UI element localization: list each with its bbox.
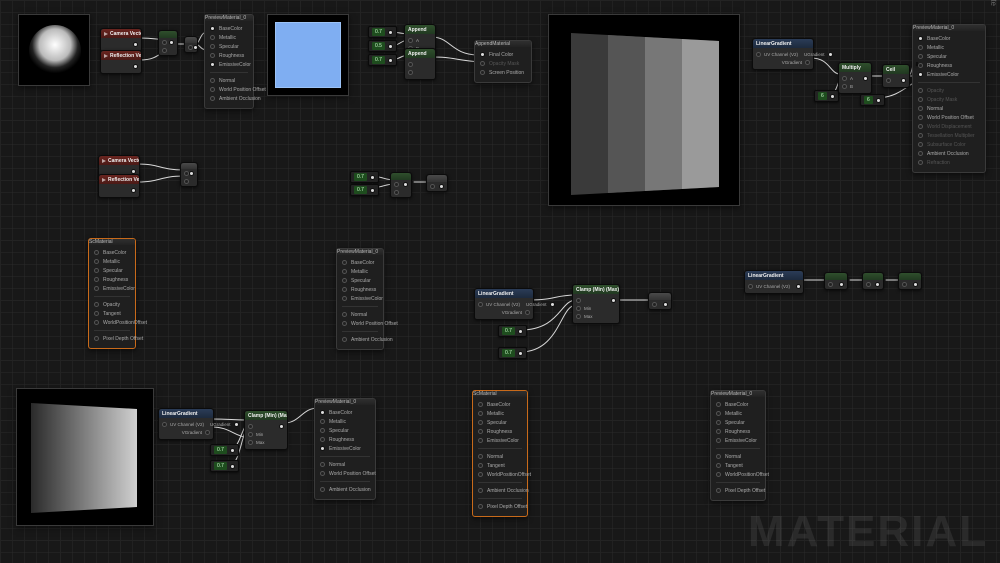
node-reflection-vector-2[interactable]: Reflection Vector: [98, 174, 140, 198]
chip-div-const[interactable]: 6: [860, 94, 885, 106]
node-chain-2[interactable]: [862, 272, 884, 290]
material-out-orange-1[interactable]: ScMaterial BaseColor Metallic Specular R…: [88, 238, 136, 349]
const-chip-3[interactable]: 0.7: [368, 54, 397, 66]
const-chip-1[interactable]: 0.7: [368, 26, 397, 38]
node-clamp-bl[interactable]: Clamp (Min) (Max) Min Max: [244, 410, 288, 450]
preview-sphere: [18, 14, 90, 86]
node-multiply[interactable]: Multiply A B: [838, 62, 872, 94]
node-reflection-vector[interactable]: Reflection Vector: [100, 50, 142, 74]
const-chip-2[interactable]: 0.5: [368, 40, 397, 52]
node-func-3[interactable]: [180, 162, 198, 187]
material-out-grey-mid[interactable]: PreviewMaterial_0 BaseColor Metallic Spe…: [336, 248, 384, 350]
chip-bl-min[interactable]: 0.7: [210, 444, 239, 456]
preview-material-top-right[interactable]: PreviewMaterial_0 BaseColor Metallic Spe…: [912, 24, 986, 173]
chip-mult-const[interactable]: 6: [814, 90, 839, 102]
preview-material-bl[interactable]: PreviewMaterial_0 BaseColor Metallic Spe…: [314, 398, 376, 500]
node-divide-2[interactable]: [916, 62, 918, 64]
node-title: Reflection Vector: [110, 53, 141, 59]
node-ceil[interactable]: Ceil: [882, 64, 910, 88]
material-out-grey-br[interactable]: PreviewMaterial_0 BaseColor Metallic Spe…: [710, 390, 766, 501]
node-linear-gradient-bl[interactable]: LinearGradient UV Channel (V2)UGradient …: [158, 408, 214, 440]
node-func-2[interactable]: [184, 36, 198, 53]
chip-clamp-max[interactable]: 0.7: [498, 347, 527, 359]
node-chain-1[interactable]: [824, 272, 848, 290]
node-graph-canvas[interactable]: Camera Vector Reflection Vector PreviewM…: [0, 0, 1000, 563]
chip-mid-2[interactable]: 0.7: [350, 184, 379, 196]
chip-clamp-min[interactable]: 0.7: [498, 325, 527, 337]
node-clamp-mid[interactable]: Clamp (Min) (Max) Min Max: [572, 284, 620, 324]
node-append-2[interactable]: Append: [404, 48, 436, 80]
node-linear-gradient-right[interactable]: LinearGradient UV Channel (V2): [744, 270, 804, 294]
preview-blue: [267, 14, 349, 96]
preview-smooth: [16, 388, 154, 526]
outnode-title: PreviewMaterial_0: [205, 15, 246, 21]
chip-bl-max[interactable]: 0.7: [210, 460, 239, 472]
node-linear-gradient-mid[interactable]: LinearGradient UV Channel (V2)UGradient …: [474, 288, 534, 320]
node-func-mid-1[interactable]: [390, 172, 412, 198]
node-func-mid-2[interactable]: [426, 174, 448, 192]
material-out-orange-2[interactable]: ScMaterial BaseColor Metallic Specular R…: [472, 390, 528, 517]
node-divide-hang[interactable]: [916, 64, 918, 66]
node-func-1[interactable]: [158, 30, 178, 56]
chip-mid-1[interactable]: 0.7: [350, 171, 379, 183]
node-camera-vector[interactable]: Camera Vector: [100, 28, 142, 52]
node-linear-gradient-top[interactable]: LinearGradient UV Channel (V2)UGradient …: [752, 38, 814, 70]
append-material-node[interactable]: AppendMaterial Final Color Opacity Mask …: [474, 40, 532, 83]
material-output-top-left[interactable]: PreviewMaterial_0 BaseColor Metallic Spe…: [204, 14, 254, 109]
node-title: Camera Vector: [110, 31, 141, 37]
preview-steps: [548, 14, 740, 206]
node-func-after-clamp[interactable]: [648, 292, 672, 310]
node-chain-3[interactable]: [898, 272, 922, 290]
